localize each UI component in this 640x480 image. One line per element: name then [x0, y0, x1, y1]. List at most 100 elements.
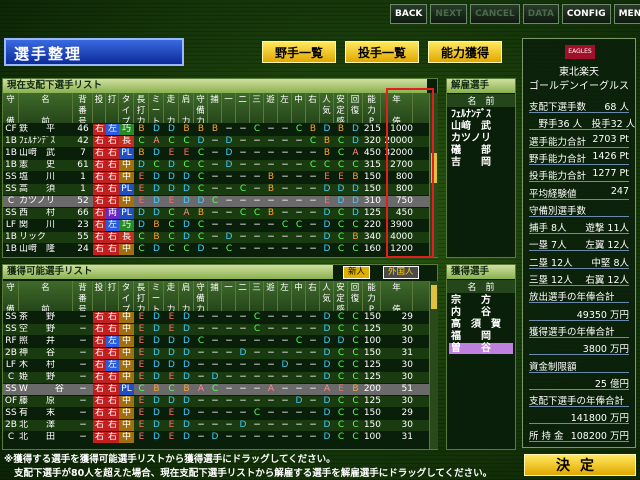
table-row[interactable]: C姫 野 − 右右中 E D E D − D − − − − − − − D C C 125 30 [3, 372, 429, 384]
table-row[interactable]: CF 鉄 平 46 右左巧 B D D B B B − − C − − C B D B D 215 1000 [3, 124, 429, 136]
column-header[interactable]: 捕 [208, 281, 222, 311]
column-header[interactable]: 一 [222, 281, 236, 311]
acquired-panel[interactable]: 獲得選手 名 前 宗 方内 谷高 須 賀福 岡曽 谷 [446, 264, 516, 450]
table-row[interactable]: SS W 谷 − 右右 PL C B C B A C − − − A − − − A E B 200 51 [3, 384, 429, 396]
cell-pos: CF [5, 124, 17, 134]
list-item[interactable]: 内 谷 [449, 307, 513, 318]
list-item[interactable]: 宗 方 [449, 295, 513, 306]
column-header[interactable]: 守 備 力 [194, 281, 208, 311]
cell-v-15: C [352, 372, 359, 382]
table-row[interactable]: RF 照 井 − 右左中 E D D D C − − − − − − C − D D C 100 30 [3, 336, 429, 348]
column-header[interactable]: ミ ー ト [149, 93, 164, 123]
cell-v-12: − [309, 336, 317, 346]
tab-fielders[interactable]: 野手一覧 [262, 41, 336, 63]
column-header[interactable]: 左 [278, 281, 292, 311]
table-row[interactable]: 1B ﾌｪﾙﾅﾝﾃﾞｽ 42 右右長 C A C C D − D − − − − − C B C D 320 20000 [3, 136, 429, 148]
list-item[interactable]: カツノリ [449, 133, 513, 144]
list-item[interactable]: 高 須 賀 [449, 319, 513, 330]
table-row[interactable]: 2B 北 澤 − 右右中 E D E D − − − D − − − − − D C C 150 30 [3, 420, 429, 432]
tab-ability[interactable]: 能力獲得 [428, 41, 502, 63]
column-header[interactable]: 名 前 [19, 93, 73, 123]
column-header[interactable]: 守 備 [3, 93, 19, 123]
column-header[interactable]: 回 復 [348, 93, 363, 123]
column-header[interactable]: ミ ー ト [149, 281, 164, 311]
table-row[interactable]: SS 塩 川 1 右右中 E D D D C − − − − B − − − E E B 150 800 [3, 172, 429, 184]
column-header[interactable]: 肩 力 [179, 281, 194, 311]
column-header[interactable]: 安 定 感 [334, 93, 348, 123]
tab-pitchers[interactable]: 投手一覧 [345, 41, 419, 63]
table-row[interactable]: LF 関 川 23 右左巧 D B C D C − − − − − C C − D C C 220 3900 [3, 220, 429, 232]
column-header[interactable]: 走 力 [164, 281, 179, 311]
column-header[interactable]: 打 [106, 281, 119, 311]
column-header[interactable]: 中 [292, 93, 306, 123]
acquirable-scrollbar[interactable] [429, 281, 438, 449]
column-header[interactable]: 投 [93, 93, 106, 123]
back-button[interactable]: BACK [390, 4, 428, 24]
table-row[interactable]: 2B 神 谷 − 右右中 E D D D − − − D − − − − − D C C 150 31 [3, 348, 429, 360]
column-header[interactable]: 遊 [264, 93, 278, 123]
column-header[interactable]: 長 打 力 [134, 281, 149, 311]
new-player-button[interactable]: 新人 [343, 266, 371, 279]
table-row[interactable]: 1B 山﨑 隆 24 右右中 C D C C D − C − − − − − − D C C 160 1200 [3, 244, 429, 256]
table-row[interactable]: 1B リック 55 右右長 C B C D C − D − − − − − − D C B 340 4000 [3, 232, 429, 244]
table-row[interactable]: OF 藤 原 − 右右中 E D D D − − − − − − − D − D C C 125 30 [3, 396, 429, 408]
list-item[interactable]: 福 岡 [449, 331, 513, 342]
table-row[interactable]: C カツノリ 52 右右中 E D E D D C − − − − − − − E D D 310 750 [3, 196, 429, 208]
table-row[interactable]: SS 空 野 − 右右中 E D E D − − − − C − − − − D C C 125 30 [3, 324, 429, 336]
column-header[interactable]: 捕 [208, 93, 222, 123]
decide-button[interactable]: 決定 [524, 454, 636, 476]
column-header[interactable]: 三 [250, 93, 264, 123]
table-row[interactable]: LF 木 村 − 右左中 E D D D − − − − − − D − − D C C 125 30 [3, 360, 429, 372]
column-header[interactable]: 長 打 力 [134, 93, 149, 123]
column-header[interactable]: 二 [236, 93, 250, 123]
column-header[interactable]: 回 復 [348, 281, 363, 311]
acquirable-scroll-thumb[interactable] [431, 285, 437, 309]
column-header[interactable]: タ イ プ [119, 281, 134, 311]
list-item[interactable]: 礒 部 [449, 145, 513, 156]
column-header[interactable]: 能 力 P [363, 93, 381, 123]
column-header[interactable]: 安 定 感 [334, 281, 348, 311]
release-panel[interactable]: 解雇選手 名 前 ﾌｪﾙﾅﾝﾃﾞｽ 山﨑 武カツノリ礒 部吉 岡 [446, 78, 516, 258]
column-header[interactable]: タ イ プ [119, 93, 134, 123]
column-header[interactable]: 左 [278, 93, 292, 123]
table-row[interactable]: SS 有 末 − 右右中 E D E D − − − − C − − − − D C C 150 29 [3, 408, 429, 420]
column-header[interactable]: 名 前 [19, 281, 73, 311]
column-header[interactable]: 年 俸 万 円 [381, 281, 413, 311]
list-item[interactable]: ﾌｪﾙﾅﾝﾃﾞｽ [449, 109, 513, 120]
table-row[interactable]: 1B 憲 史 61 右右中 D C D C C − D − − − − − C C C C 315 2700 [3, 160, 429, 172]
table-row[interactable]: 1B 山﨑 武 7 右右 PL B D E E C − D − − − − − − B C A 450 32000 [3, 148, 429, 160]
column-header[interactable]: 人 気 [320, 93, 334, 123]
table-row[interactable]: SS 西 村 66 右両 PL D D C A B − − C C B − − − D C D 125 450 [3, 208, 429, 220]
table-row[interactable]: SS 高 須 1 右右 PL E D D D C − − C − B − − − D D D 150 800 [3, 184, 429, 196]
column-header[interactable]: 肩 力 [179, 93, 194, 123]
column-header[interactable]: 守 備 力 [194, 93, 208, 123]
column-header[interactable]: 中 [292, 281, 306, 311]
list-item[interactable]: 曽 谷 [449, 343, 513, 355]
column-header[interactable]: 人 気 [320, 281, 334, 311]
table-row[interactable]: SS 茶 野 − 右右中 E D E D − − − − C − − − − D C C 150 29 [3, 312, 429, 324]
column-header[interactable]: 走 力 [164, 93, 179, 123]
column-header[interactable]: 三 [250, 281, 264, 311]
stat-label: 一塁 7人 [529, 240, 567, 252]
column-header[interactable]: 一 [222, 93, 236, 123]
column-header[interactable]: 守 備 [3, 281, 19, 311]
list-item[interactable]: 吉 岡 [449, 157, 513, 168]
cell-v-14: C [337, 432, 345, 442]
foreign-player-button[interactable]: 外国人 [383, 266, 419, 279]
data-button[interactable]: DATA [522, 4, 559, 24]
menu-button[interactable]: MENU [613, 4, 640, 24]
column-header[interactable]: 遊 [264, 281, 278, 311]
cancel-button[interactable]: CANCEL [470, 4, 520, 24]
next-button[interactable]: NEXT [430, 4, 468, 24]
column-header[interactable]: 能 力 P [363, 281, 381, 311]
column-header[interactable]: 背 番 号 [73, 281, 93, 311]
list-item[interactable]: 山﨑 武 [449, 121, 513, 132]
column-header[interactable]: 右 [306, 281, 320, 311]
column-header[interactable]: 投 [93, 281, 106, 311]
column-header[interactable]: 打 [106, 93, 119, 123]
config-button[interactable]: CONFIG [561, 4, 611, 24]
column-header[interactable]: 右 [306, 93, 320, 123]
column-header[interactable]: 二 [236, 281, 250, 311]
column-header[interactable]: 背 番 号 [73, 93, 93, 123]
table-row[interactable]: C北 田 − 右右中 E D E D − D − − − − − − − D C C 100 31 [3, 432, 429, 444]
